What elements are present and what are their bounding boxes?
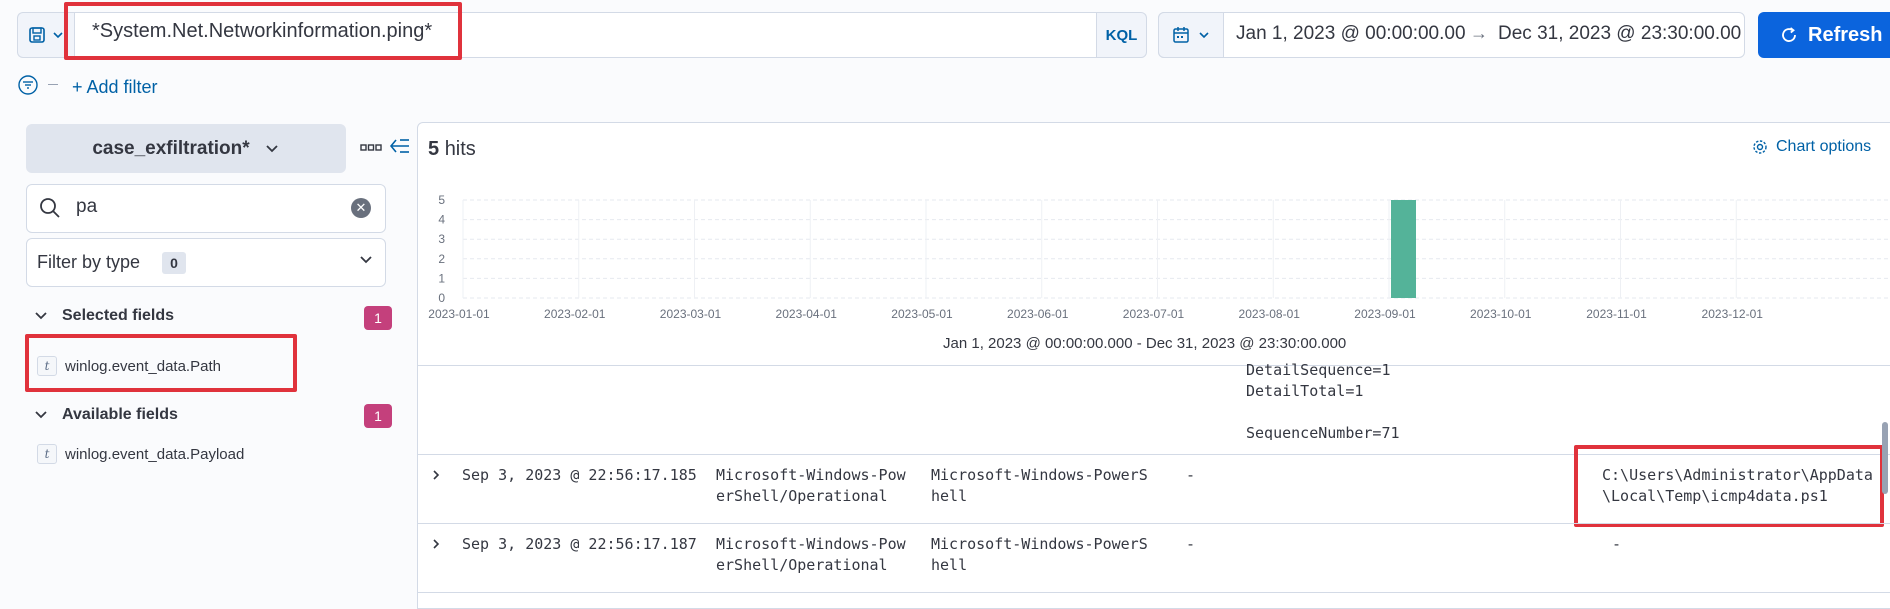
refresh-label: Refresh [1808,23,1883,46]
available-fields-title[interactable]: Available fields [62,406,178,424]
quick-date-menu-button[interactable] [1158,12,1224,58]
chevron-down-icon [1199,32,1209,39]
x-tick-label: 2023-03-01 [660,307,722,321]
x-tick-label: 2023-05-01 [891,307,953,321]
filter-divider [48,84,58,85]
y-tick-label: 5 [438,193,445,207]
row-divider [417,592,1890,593]
row-timestamp: Sep 3, 2023 @ 22:56:17.187 [462,535,697,553]
filter-menu-icon[interactable] [18,75,38,95]
y-tick-label: 2 [438,252,445,266]
clear-search-icon[interactable]: ✕ [351,198,371,218]
field-search-value: pa [76,196,98,217]
query-language-button[interactable]: KQL [1097,12,1147,58]
search-icon [40,198,60,218]
y-tick-label: 3 [438,232,445,246]
table-scrollbar[interactable] [1882,422,1888,494]
selected-fields-count: 1 [364,306,392,330]
chart-divider [417,365,1890,366]
arrow-right-icon: → [1470,23,1488,43]
histogram-chart: 0 1 2 3 4 5 2023-01-01 2023-02-01 2023-03-01 2023… [428,193,1890,321]
row-provider: Microsoft-Windows-PowerS hell [931,535,1148,574]
date-start[interactable]: Jan 1, 2023 @ 00:00:00.00 [1236,23,1466,45]
expand-row-icon[interactable] [430,469,442,481]
row-channel: Microsoft-Windows-Pow erShell/Operationa… [716,535,906,574]
x-tick-label: 2023-10-01 [1470,307,1532,321]
row-path: - [1612,535,1622,553]
x-tick-label: 2023-09-01 [1354,307,1416,321]
index-pattern-name: case_exfiltration* [92,137,250,159]
string-type-icon: t [37,444,57,464]
chevron-down-icon[interactable] [34,309,48,323]
collapse-sidebar-icon[interactable] [390,137,410,155]
x-tick-label: 2023-06-01 [1007,307,1069,321]
chart-options-label: Chart options [1776,138,1872,155]
gear-icon [1753,140,1767,154]
chevron-down-icon[interactable] [34,408,48,422]
selected-field-highlight [25,334,297,392]
x-tick-label: 2023-12-01 [1702,307,1764,321]
hits-label: hits [444,138,476,160]
row-dash: - [1186,466,1196,484]
x-tick-label: 2023-04-01 [776,307,838,321]
x-tick-label: 2023-01-01 [428,307,490,321]
chevron-down-icon [360,256,372,264]
chart-range-label: Jan 1, 2023 @ 00:00:00.000 - Dec 31, 202… [943,335,1347,352]
chevron-down-icon [53,32,63,39]
histogram-bar[interactable] [1391,200,1416,298]
query-highlight [64,2,462,60]
partial-document-text: DetailSequence=1 DetailTotal=1 SequenceN… [1246,361,1400,440]
calendar-icon [1173,27,1189,43]
chart-options-button[interactable]: Chart options [1752,138,1871,156]
save-icon [29,27,45,43]
x-tick-label: 2023-11-01 [1586,307,1647,321]
row-provider: Microsoft-Windows-PowerS hell [931,466,1148,505]
row-timestamp: Sep 3, 2023 @ 22:56:17.185 [462,466,697,484]
row-channel: Microsoft-Windows-Pow erShell/Operationa… [716,466,906,505]
path-highlight [1574,445,1884,527]
hits-count: 5 hits [428,138,476,161]
available-fields-count: 1 [364,404,392,428]
field-item[interactable]: t winlog.event_data.Payload [37,444,244,464]
index-pattern-selector[interactable]: case_exfiltration* [26,124,346,173]
row-dash: - [1186,535,1196,553]
hits-number: 5 [428,138,440,160]
more-options-icon[interactable] [360,143,382,153]
filter-by-type-label: Filter by type [37,252,141,272]
x-tick-label: 2023-02-01 [544,307,606,321]
x-tick-label: 2023-08-01 [1239,307,1301,321]
date-end[interactable]: Dec 31, 2023 @ 23:30:00.00 [1498,23,1741,45]
row-divider [417,523,1890,524]
refresh-icon [1782,27,1796,42]
filter-by-type-count: 0 [162,252,186,274]
add-filter-button[interactable]: + Add filter [72,77,158,98]
y-tick-label: 4 [438,213,445,227]
x-tick-label: 2023-07-01 [1123,307,1185,321]
field-name: winlog.event_data.Payload [65,445,245,463]
refresh-button[interactable]: Refresh [1758,12,1890,58]
y-tick-label: 1 [438,271,445,285]
y-tick-label: 0 [438,291,445,305]
chevron-down-icon [266,144,278,152]
selected-fields-title[interactable]: Selected fields [62,307,174,325]
expand-row-icon[interactable] [430,538,442,550]
